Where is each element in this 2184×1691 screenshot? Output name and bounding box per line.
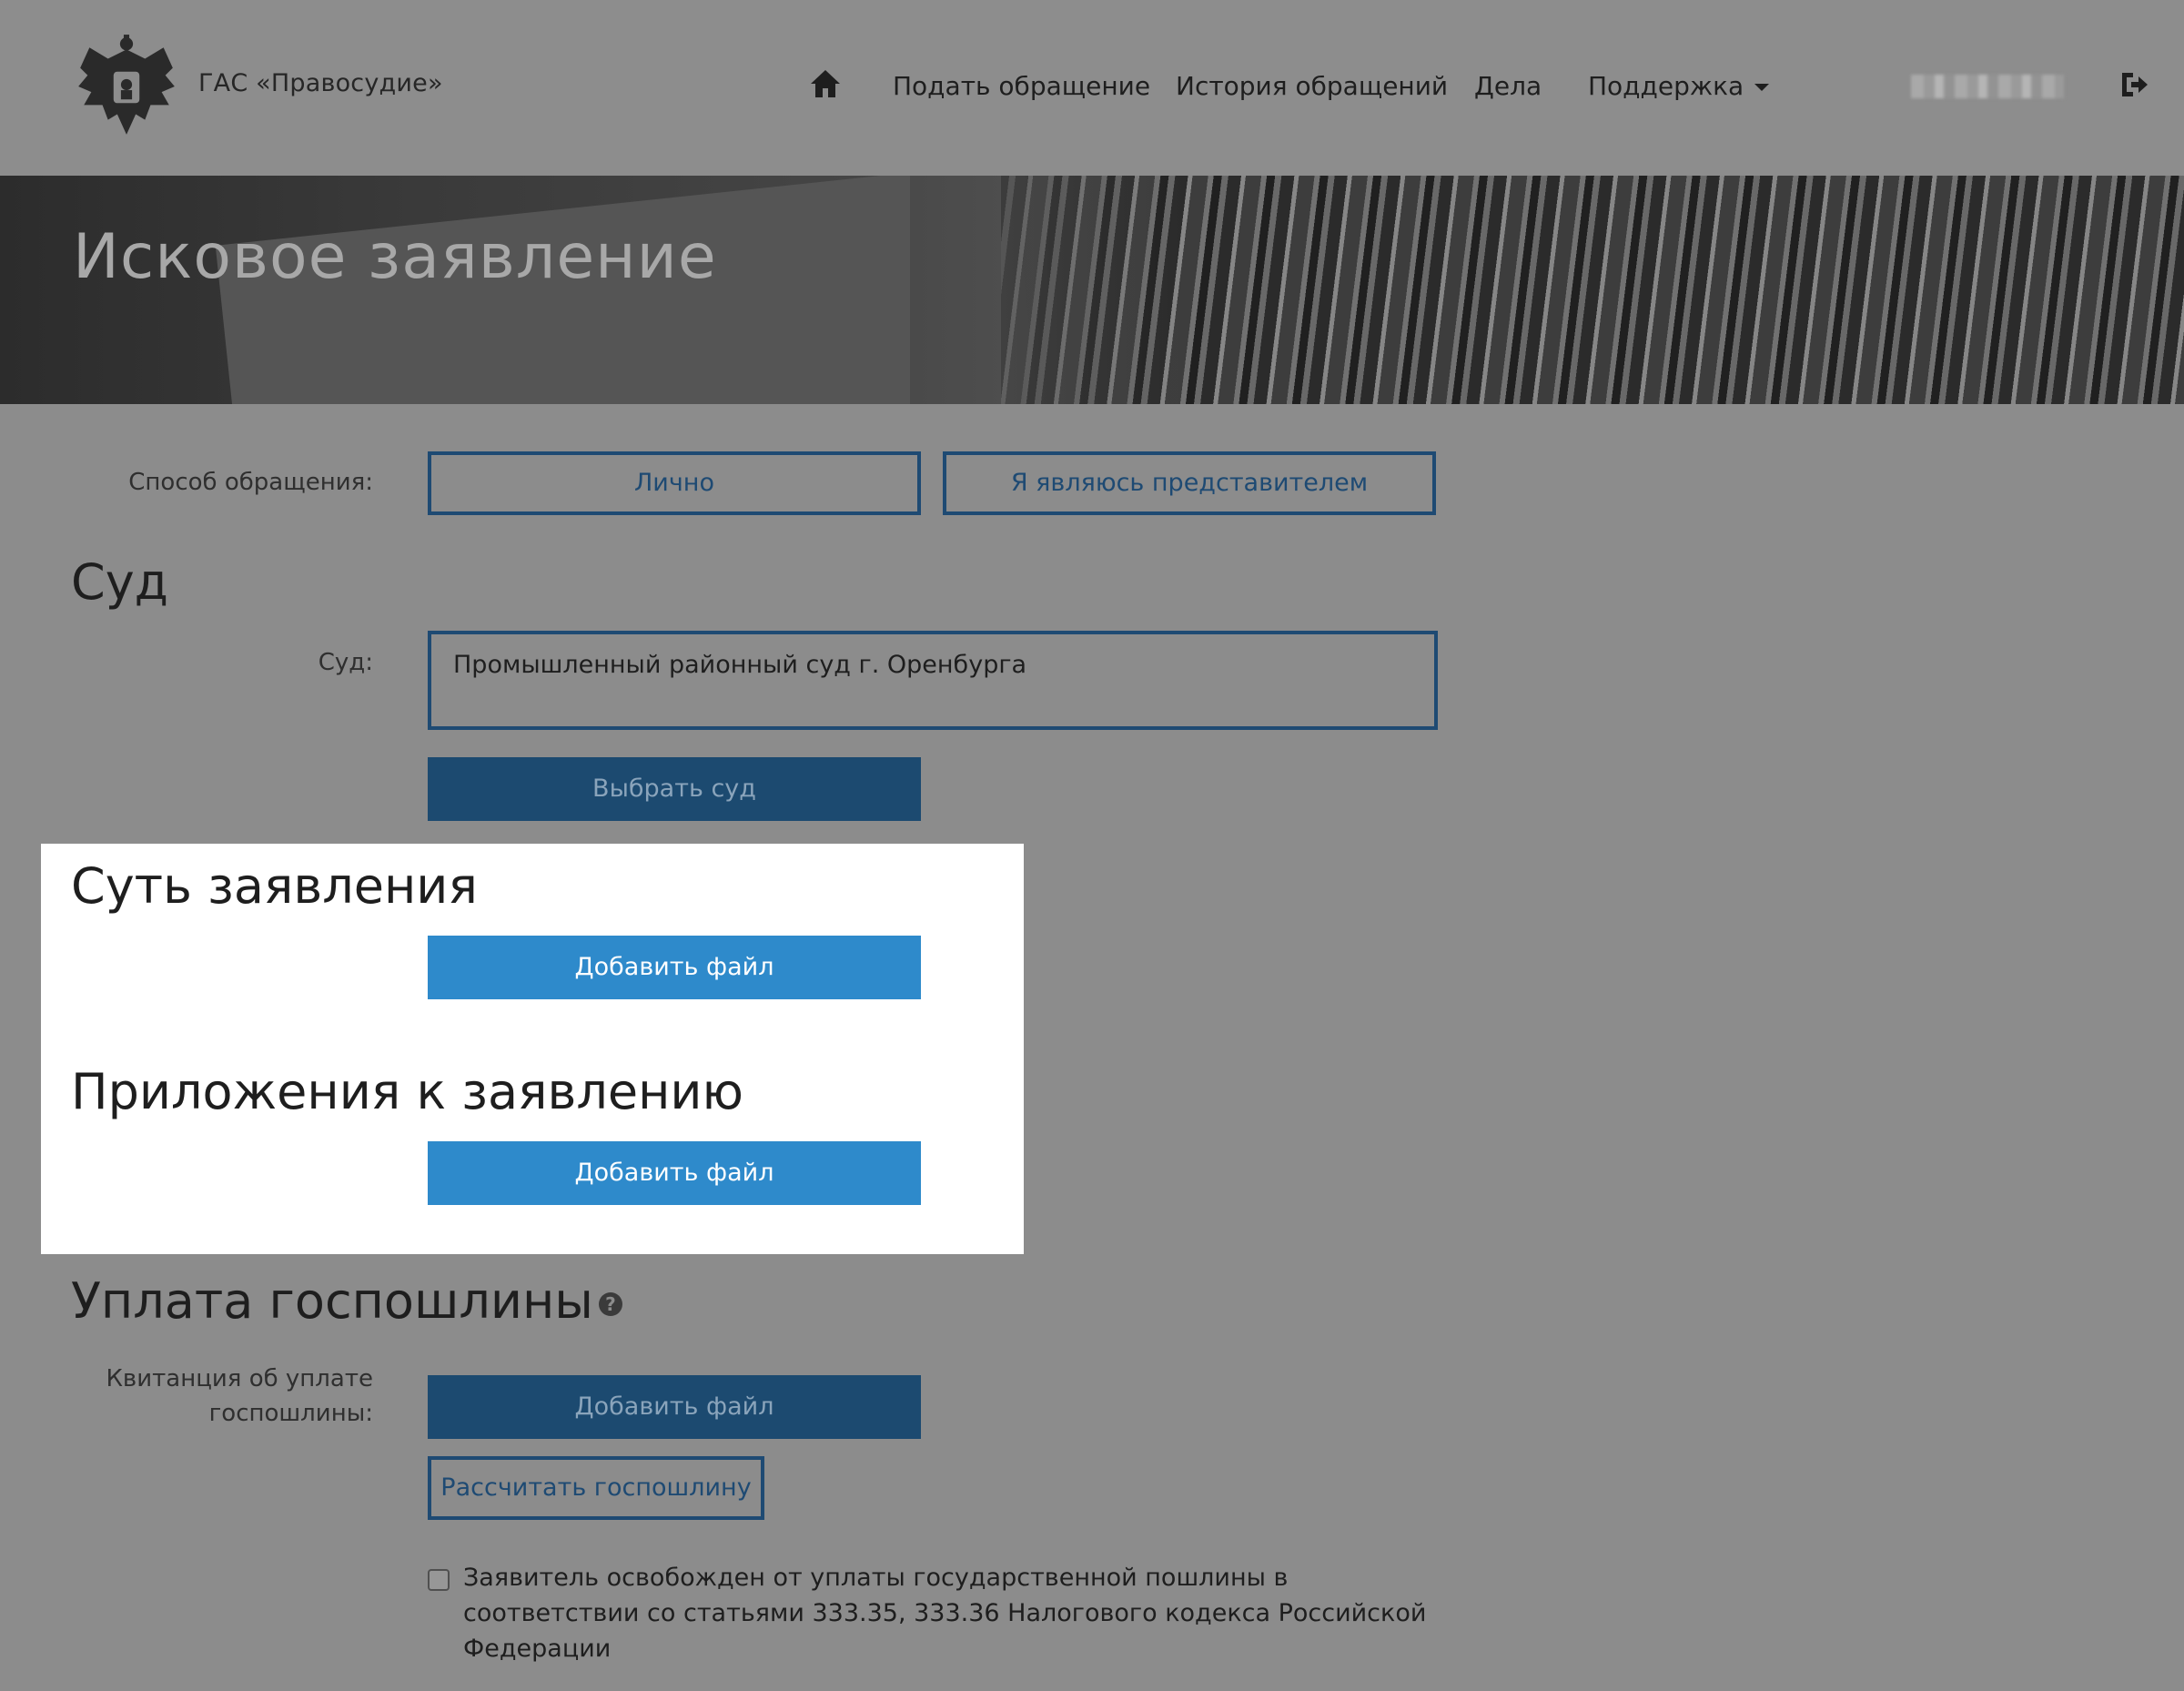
essence-section-title: Суть заявления <box>71 857 478 915</box>
fee-exempt-checkbox[interactable] <box>428 1569 450 1591</box>
calculate-fee-button[interactable]: Рассчитать госпошлину <box>428 1456 764 1520</box>
help-icon[interactable]: ? <box>598 1292 622 1317</box>
nav-request-history[interactable]: История обращений <box>1176 71 1448 101</box>
receipt-label-line1: Квитанция об уплате <box>106 1365 373 1392</box>
home-icon[interactable] <box>809 68 842 99</box>
receipt-add-file-button[interactable]: Добавить файл <box>428 1375 921 1439</box>
method-personal-button[interactable]: Лично <box>428 451 921 515</box>
fee-exempt-label[interactable]: Заявитель освобожден от уплаты государст… <box>463 1560 1464 1666</box>
nav-support-label: Поддержка <box>1588 71 1744 101</box>
select-court-button[interactable]: Выбрать суд <box>428 757 921 821</box>
method-label: Способ обращения: <box>128 469 373 496</box>
nav-support[interactable]: Поддержка <box>1588 71 1770 101</box>
chevron-down-icon <box>1754 84 1770 91</box>
nav-cases[interactable]: Дела <box>1474 71 1542 101</box>
attachments-section-title: Приложения к заявлению <box>71 1063 743 1120</box>
nav-submit-request[interactable]: Подать обращение <box>893 71 1150 101</box>
court-label: Суд: <box>318 649 373 676</box>
top-header: ГАС «Правосудие» Подать обращение Истори… <box>0 0 2184 176</box>
user-name-blurred[interactable] <box>1911 75 2064 98</box>
attachments-add-file-button[interactable]: Добавить файл <box>428 1141 921 1205</box>
main-nav: Подать обращение История обращений Дела … <box>0 0 2184 176</box>
banner-fade <box>910 176 1183 404</box>
page-title: Исковое заявление <box>73 221 717 293</box>
essence-add-file-button[interactable]: Добавить файл <box>428 936 921 999</box>
fee-section-title: Уплата госпошлины? <box>71 1272 622 1330</box>
receipt-label: Квитанция об уплате госпошлины: <box>91 1362 373 1431</box>
page-banner: Исковое заявление <box>0 176 2184 404</box>
court-section-title: Суд <box>71 553 168 611</box>
court-field[interactable]: Промышленный районный суд г. Оренбурга <box>428 631 1438 730</box>
logout-icon[interactable] <box>2118 69 2149 100</box>
receipt-label-line2: госпошлины: <box>208 1400 373 1427</box>
fee-section-title-text: Уплата госпошлины <box>71 1272 593 1330</box>
method-representative-button[interactable]: Я являюсь представителем <box>943 451 1436 515</box>
